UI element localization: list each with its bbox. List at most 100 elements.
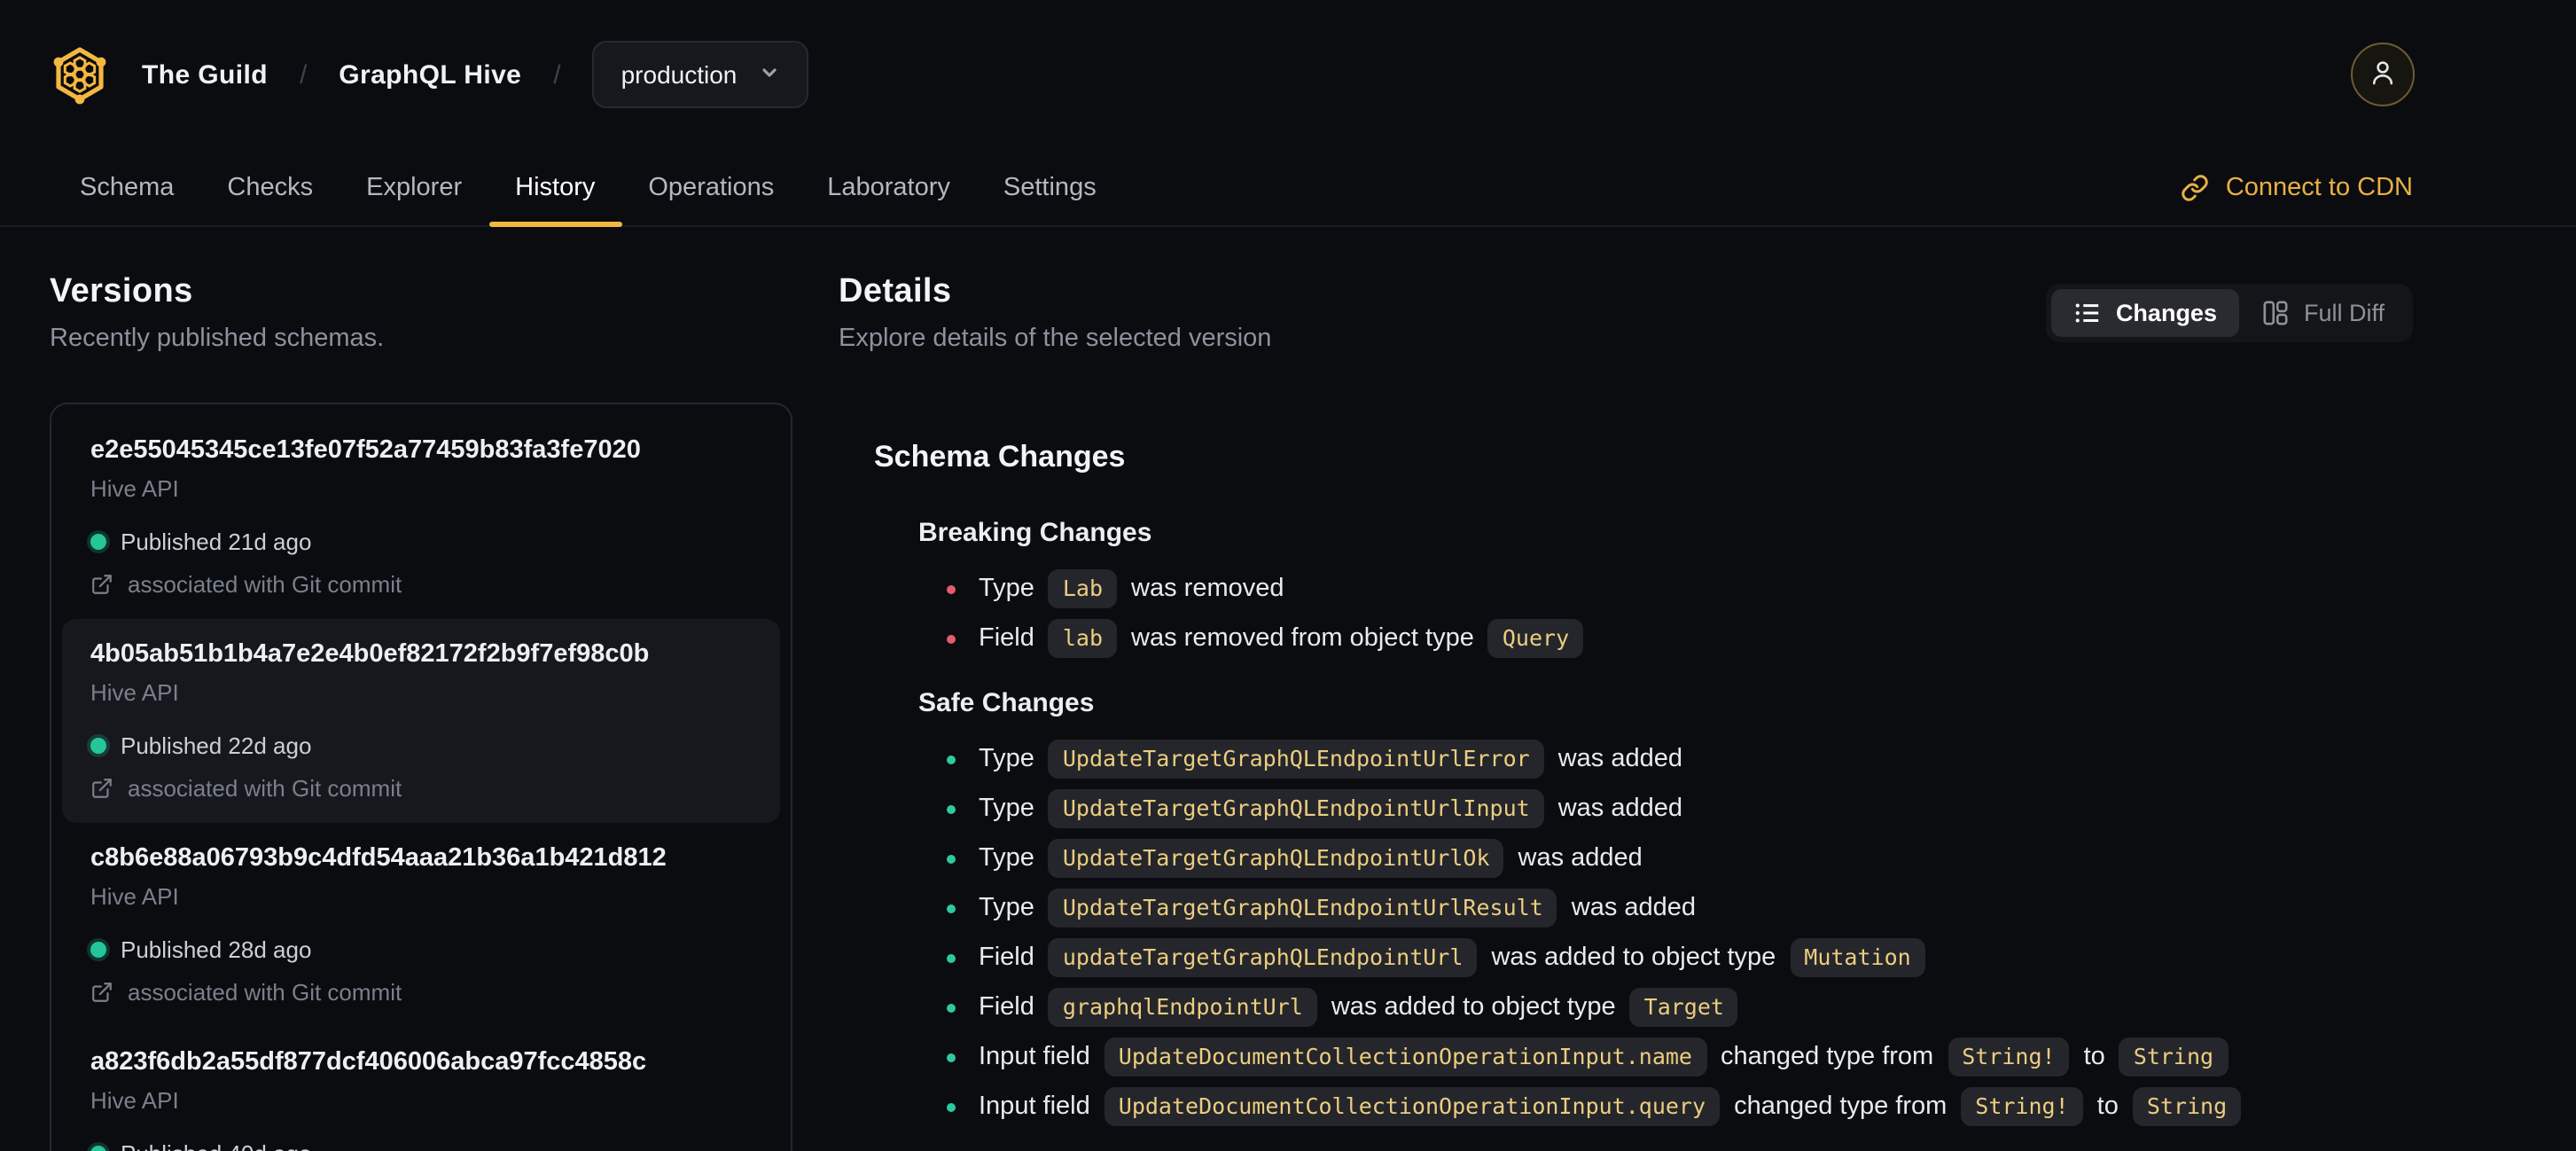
change-text: Input field [979, 1043, 1090, 1071]
version-card[interactable]: c8b6e88a06793b9c4dfd54aaa21b36a1b421d812… [62, 823, 780, 1027]
list-icon [2075, 300, 2102, 326]
tab-settings[interactable]: Settings [977, 149, 1123, 225]
tab-explorer[interactable]: Explorer [340, 149, 488, 225]
code-chip: UpdateDocumentCollectionOperationInput.q… [1104, 1087, 1721, 1126]
version-service-label: Hive API [90, 883, 179, 910]
details-titles: Details Explore details of the selected … [839, 270, 1271, 356]
code-chip: UpdateTargetGraphQLEndpointUrlOk [1048, 839, 1504, 878]
target-selector-value: production [621, 60, 738, 89]
git-commit-link[interactable]: associated with Git commit [128, 571, 402, 598]
change-item: Field lab was removed from object type Quer… [947, 619, 2413, 658]
connect-to-cdn-label: Connect to CDN [2225, 173, 2413, 201]
change-text: was added [1518, 844, 1643, 873]
change-text: Type [979, 745, 1034, 773]
safe-bullet-dot [947, 755, 956, 763]
safe-changes-group: Safe Changes Type UpdateTargetGraphQLEndp… [874, 686, 2413, 1126]
published-status-dot [90, 1146, 106, 1151]
main-content: Versions Recently published schemas. e2e… [0, 227, 2576, 1151]
breadcrumb-separator: / [553, 59, 561, 90]
breaking-bullet-dot [947, 584, 956, 593]
git-commit-link[interactable]: associated with Git commit [128, 775, 402, 802]
breadcrumb-org[interactable]: The Guild [142, 59, 268, 90]
tab-label: Settings [1003, 173, 1097, 201]
change-text: was added [1571, 894, 1697, 922]
breaking-changes-group: Breaking Changes Type Lab was removed Field… [874, 516, 2413, 658]
link-icon [2182, 173, 2210, 201]
change-text: Type [979, 894, 1034, 922]
code-chip: UpdateTargetGraphQLEndpointUrlInput [1048, 789, 1544, 828]
changes-view-button[interactable]: Changes [2051, 289, 2240, 337]
tab-label: Checks [227, 173, 314, 201]
tab-laboratory[interactable]: Laboratory [800, 149, 977, 225]
view-toggle: Changes Full Diff [2046, 284, 2413, 342]
published-time-label: Published 22d ago [121, 732, 312, 759]
change-item: Type UpdateTargetGraphQLEndpointUrlInput w… [947, 789, 2413, 828]
tab-bar: Schema Checks Explorer History Operations Lab… [0, 149, 2576, 227]
version-card[interactable]: a823f6db2a55df877dcf406006abca97fcc4858c… [62, 1027, 780, 1151]
change-text: changed type from [1721, 1043, 1934, 1071]
published-status-dot [90, 942, 106, 958]
versions-list: e2e55045345ce13fe07f52a77459b83fa3fe7020… [50, 403, 792, 1151]
git-commit-link[interactable]: associated with Git commit [128, 979, 402, 1006]
target-selector-dropdown[interactable]: production [592, 41, 808, 108]
version-card[interactable]: 4b05ab51b1b4a7e2e4b0ef82172f2b9f7ef98c0b… [62, 619, 780, 823]
tab-checks[interactable]: Checks [200, 149, 340, 225]
tab-label: History [515, 173, 596, 201]
version-service-label: Hive API [90, 1087, 179, 1114]
version-hash: a823f6db2a55df877dcf406006abca97fcc4858c [90, 1048, 647, 1077]
version-card[interactable]: e2e55045345ce13fe07f52a77459b83fa3fe7020… [62, 415, 780, 619]
safe-bullet-dot [947, 1003, 956, 1012]
published-status-dot [90, 534, 106, 550]
published-time-label: Published 21d ago [121, 529, 312, 555]
change-text: was added [1557, 745, 1682, 773]
breadcrumb-separator: / [299, 59, 308, 90]
change-item: Field graphqlEndpointUrl was added to obje… [947, 988, 2413, 1027]
version-hash: e2e55045345ce13fe07f52a77459b83fa3fe7020 [90, 436, 641, 465]
changes-view-label: Changes [2115, 300, 2217, 326]
code-chip: graphqlEndpointUrl [1048, 988, 1317, 1027]
change-text: was removed from object type [1131, 624, 1474, 653]
details-header: Details Explore details of the selected … [839, 270, 2413, 356]
tabs: Schema Checks Explorer History Operations Lab… [53, 149, 1123, 227]
change-item: Field updateTargetGraphQLEndpointUrl was a… [947, 938, 2413, 977]
change-item: Input field UpdateDocumentCollectionOpera… [947, 1037, 2413, 1077]
change-text: was added [1557, 795, 1682, 823]
chevron-down-icon [758, 60, 779, 89]
safe-bullet-dot [947, 904, 956, 912]
published-time-label: Published 28d ago [121, 936, 312, 963]
change-text: Field [979, 624, 1034, 653]
user-avatar[interactable] [2351, 43, 2415, 106]
safe-changes-list: Type UpdateTargetGraphQLEndpointUrlError w… [947, 740, 2413, 1126]
tab-operations[interactable]: Operations [621, 149, 800, 225]
graphql-hive-app: The Guild / GraphQL Hive / production Sc… [0, 0, 2576, 1151]
details-panel: Details Explore details of the selected … [839, 270, 2413, 1151]
versions-subtitle: Recently published schemas. [50, 325, 385, 353]
change-text: Field [979, 944, 1034, 972]
code-chip: Mutation [1790, 938, 1925, 977]
change-text: changed type from [1734, 1092, 1948, 1121]
full-diff-view-button[interactable]: Full Diff [2240, 289, 2408, 337]
version-service-label: Hive API [90, 475, 179, 502]
tab-history[interactable]: History [488, 149, 622, 227]
split-panes-icon [2263, 300, 2290, 326]
person-icon [2367, 56, 2399, 93]
safe-bullet-dot [947, 804, 956, 813]
versions-title: Versions [50, 273, 193, 310]
change-text: Field [979, 993, 1034, 1022]
version-service-label: Hive API [90, 679, 179, 706]
external-link-icon [92, 575, 112, 594]
change-text: Type [979, 844, 1034, 873]
change-text: Type [979, 795, 1034, 823]
code-chip: String! [1961, 1087, 2083, 1126]
hive-logo-icon[interactable] [50, 44, 110, 105]
change-text: Input field [979, 1092, 1090, 1121]
code-chip: UpdateTargetGraphQLEndpointUrlResult [1048, 889, 1557, 928]
tab-schema[interactable]: Schema [53, 149, 200, 225]
breadcrumb-project[interactable]: GraphQL Hive [339, 59, 521, 90]
safe-bullet-dot [947, 953, 956, 962]
breaking-changes-list: Type Lab was removed Field lab was removed fr… [947, 569, 2413, 658]
change-text: was removed [1131, 575, 1284, 603]
connect-to-cdn-link[interactable]: Connect to CDN [2182, 149, 2413, 225]
change-item: Type UpdateTargetGraphQLEndpointUrlResult… [947, 889, 2413, 928]
external-link-icon [92, 983, 112, 1002]
